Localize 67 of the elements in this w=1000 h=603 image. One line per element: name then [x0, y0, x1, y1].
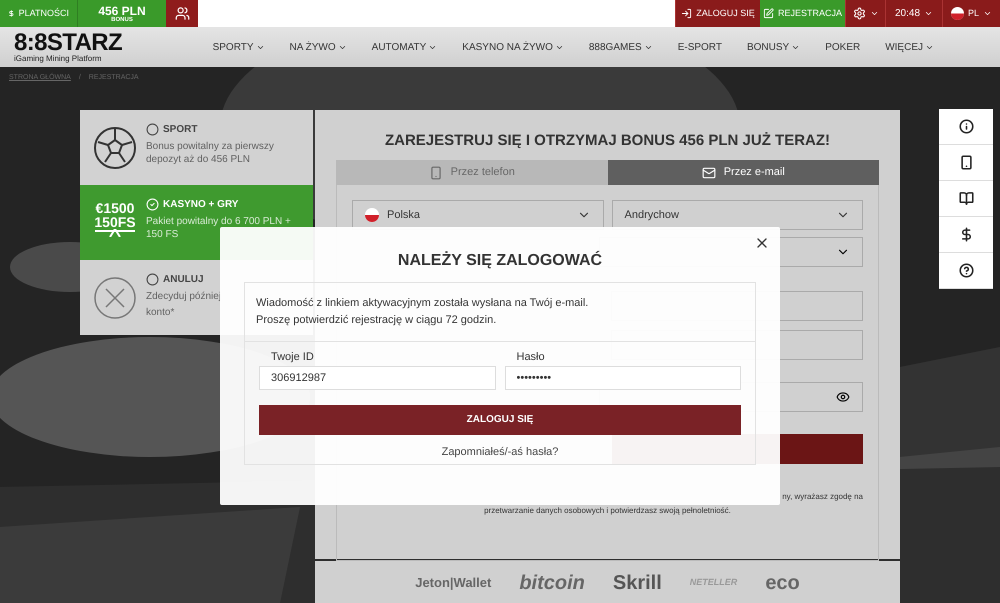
nav-item[interactable]: WIĘCEJ	[885, 40, 934, 54]
logo[interactable]: 8:8STARZ iGaming Mining Platform	[0, 31, 200, 63]
nav-item[interactable]: KASYNO NA ŻYWO	[462, 40, 564, 54]
chevron-down-icon	[983, 9, 992, 18]
settings-icon	[852, 7, 866, 20]
login-submit-button[interactable]: ZALOGUJ SIĘ	[259, 404, 741, 434]
people-icon	[174, 6, 190, 21]
edit-icon	[762, 8, 774, 19]
chevron-down-icon	[870, 9, 878, 18]
nav-item[interactable]: E-SPORT	[678, 40, 722, 54]
bonus-title: ANULUJ	[163, 273, 204, 287]
cancel-icon	[93, 276, 137, 320]
bonus-option[interactable]: SPORT Bonus powitalny za pierwszy depozyt aż do 456 PLN	[80, 110, 313, 185]
field-label: Hasło	[516, 350, 546, 365]
legal-text: przetwarzanie danych osobowych i potwierdzasz swoją pełnoletniość.	[483, 505, 732, 517]
book-icon	[958, 191, 974, 206]
nav-item[interactable]: NA ŻYWO	[290, 40, 347, 54]
language-button[interactable]: PL	[942, 0, 1000, 27]
dollar-button[interactable]	[939, 217, 993, 253]
bonus-description: Pakiet powitalny do 6 700 PLN + 150 FS	[146, 215, 292, 241]
info-icon	[958, 119, 974, 134]
help-icon	[958, 263, 974, 278]
payments-button[interactable]: PLATNOŚCI	[0, 0, 78, 27]
payment-logo: bitcoin	[519, 570, 585, 596]
login-icon	[681, 8, 692, 19]
radio-icon[interactable]	[146, 273, 159, 286]
flag-icon	[950, 7, 964, 20]
payment-logo: eco	[765, 570, 800, 596]
bonus-description: Bonus powitalny za pierwszy depozyt aż do 456 PLN	[146, 140, 275, 166]
legal-text: ny, wyrażasz zgodę na	[782, 491, 863, 503]
time-button[interactable]: 20:48	[885, 0, 942, 27]
nav-item[interactable]: SPORTY	[212, 40, 265, 54]
bonus-description: konto*	[146, 306, 176, 319]
dialog-title: NALEŻY SIĘ ZALOGOWAĆ	[396, 250, 604, 271]
method-tab[interactable]: Przez e-mail	[608, 160, 879, 185]
password-field[interactable]: •••••••••	[504, 366, 741, 390]
id-field[interactable]: 306912987	[259, 366, 496, 390]
soccer-ball-icon	[93, 126, 137, 170]
nav-item[interactable]: BONUSY	[746, 40, 800, 54]
bonus-title: SPORT	[163, 123, 198, 137]
settings-button[interactable]	[845, 0, 885, 27]
phone-button[interactable]	[939, 145, 993, 181]
group-button[interactable]	[166, 0, 198, 27]
nav-item[interactable]: AUTOMATY	[372, 40, 438, 54]
payment-logo: Jeton|Wallet	[415, 574, 492, 592]
radio-checked-icon[interactable]	[146, 198, 159, 211]
forgot-password-link[interactable]: Zapomniałeś/-aś hasła?	[442, 444, 558, 460]
envelope-icon	[702, 166, 716, 180]
payment-logo: Skrill	[612, 570, 662, 596]
field-label: Twoje ID	[270, 350, 315, 365]
book-button[interactable]	[939, 181, 993, 217]
bonus-badge: €1500 150FS	[94, 201, 136, 248]
help-button[interactable]	[939, 253, 993, 289]
nav-item[interactable]: 888GAMES	[588, 40, 653, 54]
mobile-icon	[958, 155, 974, 170]
register-button[interactable]: REJESTRACJA	[760, 0, 845, 27]
bonus-title: KASYNO + GRY	[163, 198, 238, 212]
bonus-description: Zdecyduj później	[146, 290, 222, 303]
registration-heading: ZAREJESTRUJ SIĘ I OTRZYMAJ BONUS 456 PLN JUŻ TERAZ!	[384, 131, 832, 151]
eye-icon[interactable]	[836, 390, 850, 404]
login-button[interactable]: ZALOGUJ SIĘ	[675, 0, 760, 27]
radio-icon[interactable]	[146, 123, 159, 136]
chevron-down-icon	[924, 9, 934, 18]
nav-item[interactable]: POKER	[825, 40, 860, 54]
phone-icon	[428, 166, 443, 180]
flag-icon	[365, 208, 379, 222]
info-button[interactable]	[939, 109, 993, 145]
